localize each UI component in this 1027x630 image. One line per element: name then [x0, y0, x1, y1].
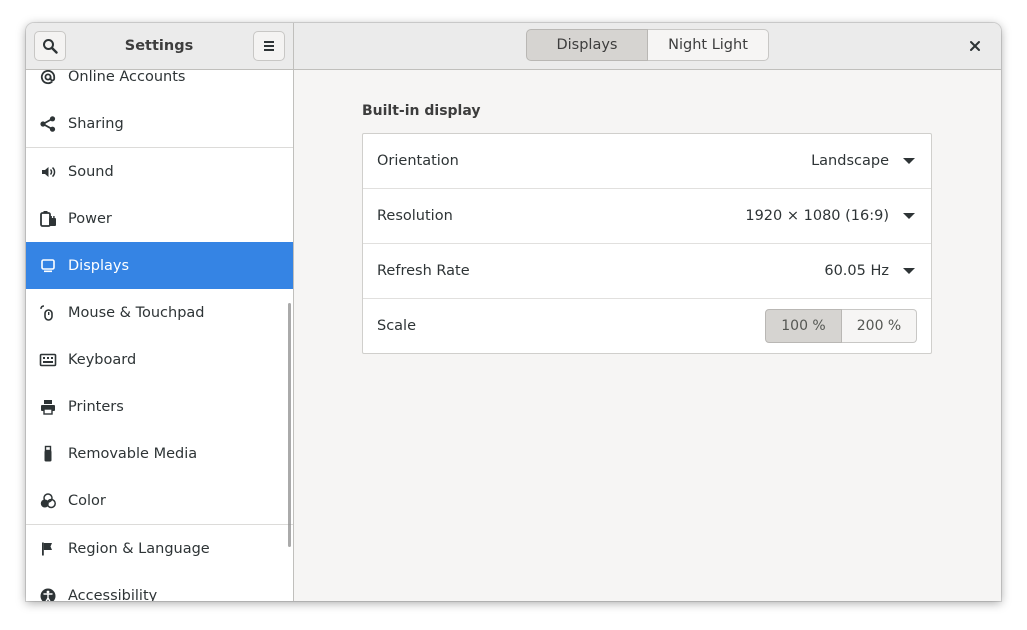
header-sidebar-section: Settings — [26, 23, 294, 69]
sidebar-item-label: Region & Language — [68, 540, 210, 557]
sidebar-item-label: Sound — [68, 163, 114, 180]
sidebar-item-label: Power — [68, 210, 112, 227]
sidebar-item-label: Keyboard — [68, 351, 137, 368]
sidebar-item-online-accounts[interactable]: Online Accounts — [26, 70, 293, 100]
sidebar-item-label: Online Accounts — [68, 70, 186, 85]
display-settings-list: Orientation Landscape Resolution 1920 × … — [362, 133, 932, 354]
close-button[interactable] — [964, 35, 986, 57]
tab-displays[interactable]: Displays — [526, 29, 648, 61]
orientation-value: Landscape — [811, 153, 889, 169]
sidebar-item-sound[interactable]: Sound — [26, 148, 293, 195]
keyboard-icon — [38, 350, 58, 370]
mouse-icon — [38, 303, 58, 323]
orientation-label: Orientation — [377, 153, 459, 169]
sidebar-item-label: Displays — [68, 257, 130, 274]
refresh-rate-label: Refresh Rate — [377, 263, 470, 279]
window-title: Settings — [124, 38, 194, 54]
sidebar-item-power[interactable]: Power — [26, 195, 293, 242]
share-icon — [38, 114, 58, 134]
chevron-down-icon — [903, 213, 915, 219]
sidebar-item-label: Mouse & Touchpad — [68, 304, 205, 321]
sidebar: Online Accounts Sharing Sound Power Disp… — [26, 70, 294, 601]
scale-200-button[interactable]: 200 % — [842, 309, 917, 343]
header-bar: Settings Displays Night Light — [26, 23, 1001, 70]
flag-icon — [38, 539, 58, 559]
scale-100-button[interactable]: 100 % — [765, 309, 842, 343]
sidebar-item-mouse-touchpad[interactable]: Mouse & Touchpad — [26, 289, 293, 336]
sidebar-item-accessibility[interactable]: Accessibility — [26, 572, 293, 601]
usb-icon — [38, 444, 58, 464]
display-icon — [38, 256, 58, 276]
scale-toggle-group: 100 % 200 % — [765, 309, 917, 343]
at-icon — [38, 70, 58, 87]
sidebar-item-color[interactable]: Color — [26, 477, 293, 524]
search-icon — [43, 39, 58, 54]
power-icon — [38, 209, 58, 229]
sidebar-item-region-language[interactable]: Region & Language — [26, 525, 293, 572]
sidebar-item-keyboard[interactable]: Keyboard — [26, 336, 293, 383]
sidebar-item-label: Accessibility — [68, 587, 158, 602]
settings-window: Settings Displays Night Light Online Acc… — [26, 23, 1001, 601]
main-menu-button[interactable] — [253, 31, 285, 61]
sidebar-item-label: Sharing — [68, 115, 124, 132]
resolution-label: Resolution — [377, 208, 453, 224]
sidebar-scrollbar[interactable] — [288, 303, 291, 547]
sidebar-item-printers[interactable]: Printers — [26, 383, 293, 430]
section-title: Built-in display — [362, 103, 481, 119]
sidebar-item-displays[interactable]: Displays — [26, 242, 293, 289]
sidebar-item-label: Printers — [68, 398, 124, 415]
sidebar-item-label: Removable Media — [68, 445, 198, 462]
speaker-icon — [38, 162, 58, 182]
printer-icon — [38, 397, 58, 417]
refresh-rate-row[interactable]: Refresh Rate 60.05 Hz — [363, 244, 931, 299]
sidebar-item-label: Color — [68, 492, 106, 509]
displays-panel: Built-in display Orientation Landscape R… — [294, 70, 1001, 601]
refresh-rate-value: 60.05 Hz — [824, 263, 889, 279]
orientation-row[interactable]: Orientation Landscape — [363, 134, 931, 189]
chevron-down-icon — [903, 268, 915, 274]
scale-label: Scale — [377, 318, 417, 334]
chevron-down-icon — [903, 158, 915, 164]
tab-night-light[interactable]: Night Light — [648, 29, 769, 61]
resolution-row[interactable]: Resolution 1920 × 1080 (16:9) — [363, 189, 931, 244]
hamburger-menu-icon — [264, 41, 274, 51]
scale-row: Scale 100 % 200 % — [363, 299, 931, 353]
search-button[interactable] — [34, 31, 66, 61]
sidebar-item-sharing[interactable]: Sharing — [26, 100, 293, 147]
resolution-value: 1920 × 1080 (16:9) — [745, 208, 889, 224]
sidebar-item-removable-media[interactable]: Removable Media — [26, 430, 293, 477]
view-switcher: Displays Night Light — [526, 29, 769, 61]
close-icon — [970, 41, 980, 51]
color-icon — [38, 491, 58, 511]
accessibility-icon — [38, 586, 58, 601]
